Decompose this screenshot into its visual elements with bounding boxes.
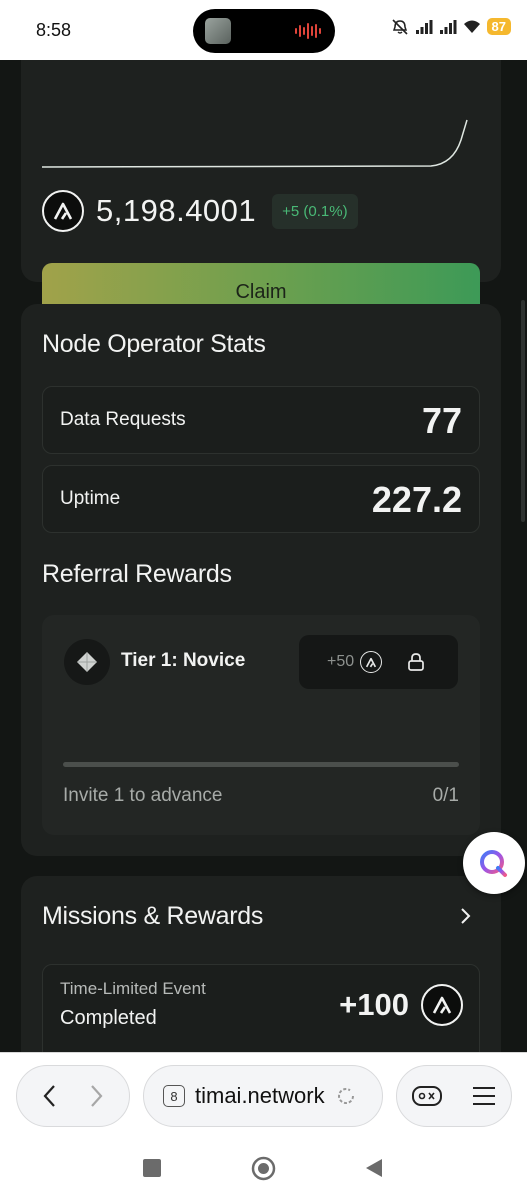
game-icon[interactable]: [411, 1083, 443, 1109]
mission-label: Time-Limited Event: [60, 979, 206, 998]
reload-icon[interactable]: [335, 1085, 357, 1107]
mission-status: Completed: [60, 1007, 157, 1029]
stat-value: 227.2: [371, 479, 462, 520]
mission-reward: +100: [339, 987, 409, 1022]
stat-label: Data Requests: [60, 409, 186, 430]
tab-count-badge[interactable]: 8: [163, 1085, 185, 1107]
tier-reward-pill: +50: [299, 635, 458, 689]
stat-value: 77: [421, 400, 462, 441]
balance-change-badge: +5 (0.1%): [272, 193, 358, 229]
mission-item[interactable]: Time-Limited Event Completed +100: [42, 964, 480, 1052]
referral-title: Referral Rewards: [42, 560, 232, 588]
lock-icon: [408, 653, 424, 671]
balance-chart-line: [41, 119, 468, 168]
balance-row: 5,198.4001 +5 (0.1%): [42, 190, 358, 232]
token-logo-icon: [42, 190, 84, 232]
balance-amount: 5,198.4001: [96, 193, 257, 228]
system-nav-bar: [0, 1138, 527, 1200]
tier-reward-amount: +50: [327, 653, 355, 670]
balance-card: 5,198.4001 +5 (0.1%) Claim: [21, 60, 501, 321]
invite-count: 0/1: [432, 785, 459, 806]
audio-wave-icon: [295, 23, 321, 39]
clock: 8:58: [36, 20, 72, 40]
node-stats-card: Node Operator Stats Data Requests 77 Upt…: [21, 304, 501, 856]
missions-card[interactable]: Missions & Rewards Time-Limited Event Co…: [21, 876, 501, 1052]
forward-icon[interactable]: [87, 1083, 105, 1109]
back-icon[interactable]: [41, 1083, 59, 1109]
browser-toolbar: 8 timai.network: [0, 1052, 527, 1138]
media-thumbnail: [205, 18, 231, 44]
browser-nav-group: [16, 1065, 130, 1127]
missions-title: Missions & Rewards: [42, 902, 264, 930]
mute-icon: [391, 18, 408, 35]
home-icon[interactable]: [251, 1156, 276, 1181]
tier-name: Tier 1: Novice: [121, 650, 246, 671]
node-stats-title: Node Operator Stats: [42, 330, 266, 358]
url-text[interactable]: timai.network: [195, 1083, 325, 1109]
referral-progress-bar: [63, 762, 459, 767]
address-bar[interactable]: 8 timai.network: [143, 1065, 383, 1127]
stat-row-uptime: Uptime 227.2: [42, 465, 480, 533]
diamond-icon: [64, 639, 110, 685]
assistant-icon[interactable]: [463, 832, 525, 894]
battery-badge: 87: [486, 18, 511, 35]
token-logo-icon: [360, 651, 383, 673]
dynamic-island[interactable]: [193, 9, 335, 53]
browser-tools-group: [396, 1065, 512, 1127]
token-logo-icon: [421, 984, 463, 1026]
menu-icon[interactable]: [471, 1085, 497, 1107]
invite-text: Invite 1 to advance: [63, 785, 223, 806]
wifi-icon: [463, 20, 480, 33]
stat-label: Uptime: [60, 488, 121, 509]
recents-icon[interactable]: [142, 1158, 162, 1178]
status-bar: 8:58 87: [0, 0, 527, 60]
chevron-right-icon[interactable]: [459, 906, 473, 926]
stat-row-data-requests: Data Requests 77: [42, 386, 480, 454]
status-icons: 87: [391, 18, 511, 35]
signal-icon: [415, 19, 433, 34]
scrollbar[interactable]: [521, 300, 525, 522]
back-nav-icon[interactable]: [364, 1158, 384, 1178]
referral-tier-card: Tier 1: Novice +50 Invite 1 to advance 0…: [42, 615, 480, 835]
signal-icon: [439, 19, 457, 34]
page-content[interactable]: 5,198.4001 +5 (0.1%) Claim Node Operator…: [0, 60, 527, 1052]
